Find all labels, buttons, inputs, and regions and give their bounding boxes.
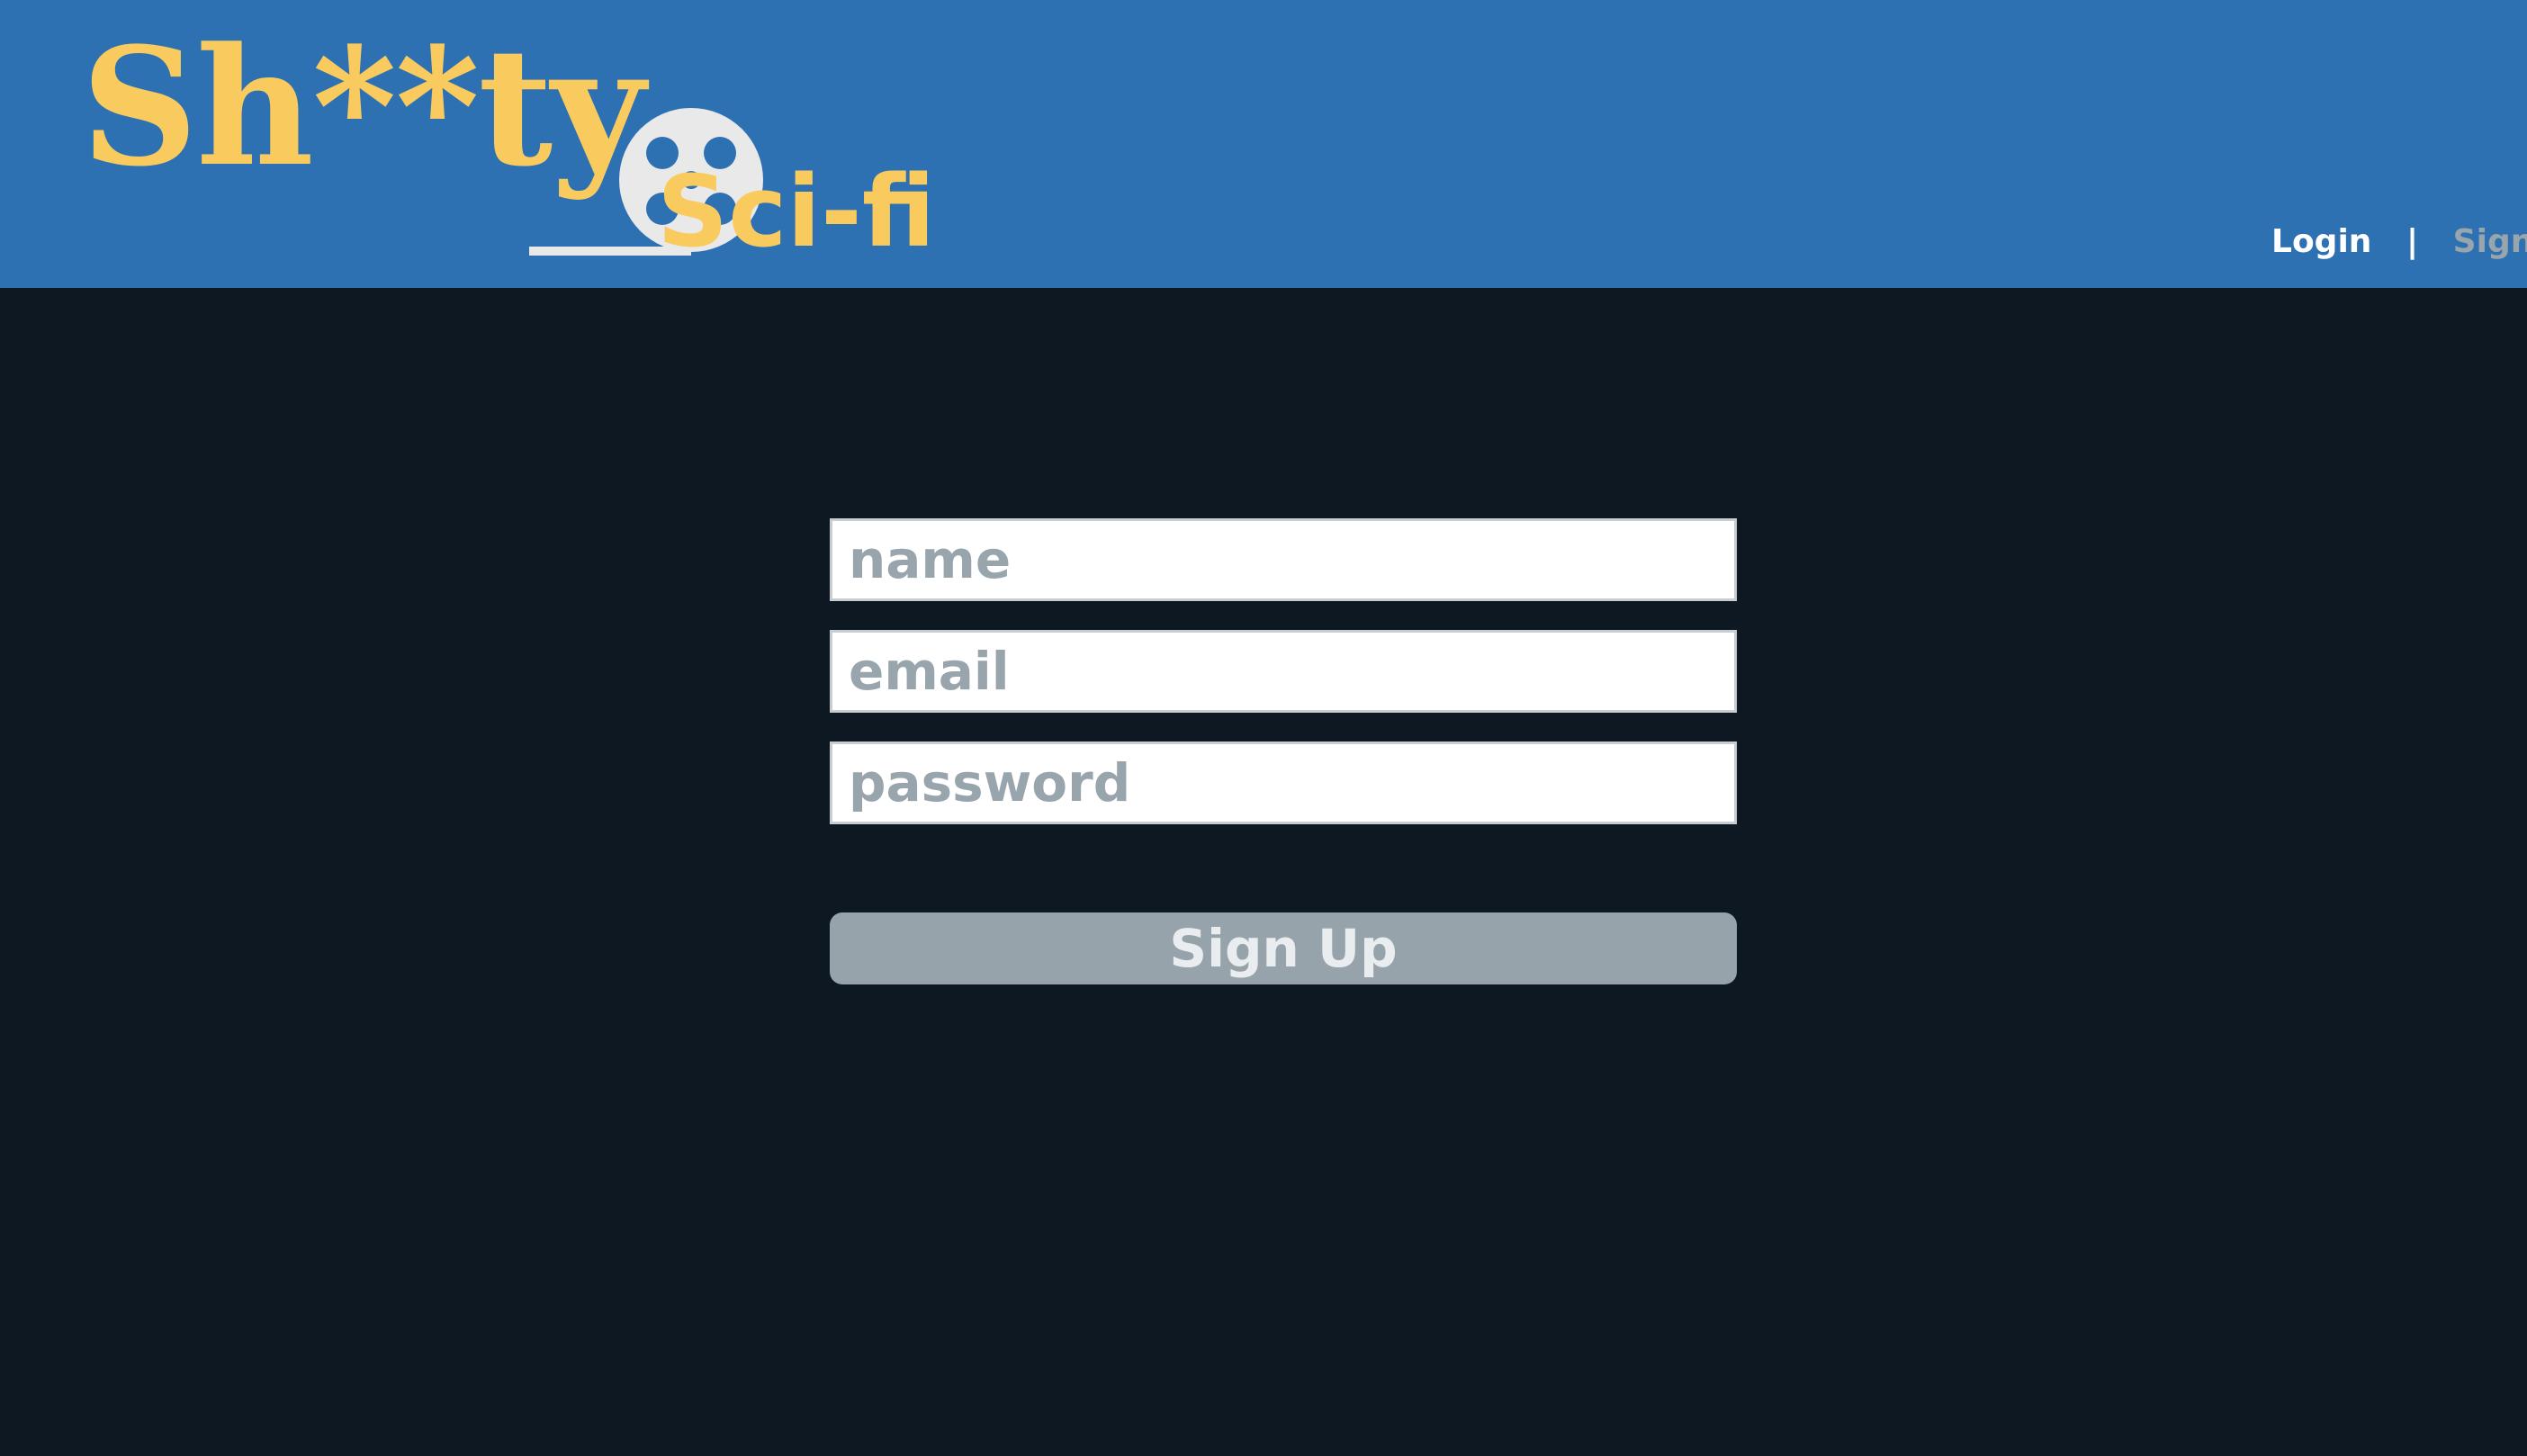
signup-form: Sign Up bbox=[830, 518, 1737, 984]
login-link[interactable]: Login bbox=[2271, 223, 2371, 260]
logo-title-bottom: Sci-fi bbox=[657, 154, 936, 269]
site-logo[interactable]: Sh**ty Sci-fi bbox=[81, 27, 935, 262]
signup-link[interactable]: Sign Up bbox=[2453, 223, 2527, 260]
name-field[interactable] bbox=[830, 518, 1737, 601]
site-header: Sh**ty Sci-fi Login | Sign Up bbox=[0, 0, 2527, 288]
email-field[interactable] bbox=[830, 630, 1737, 713]
nav-separator: | bbox=[2406, 223, 2419, 260]
header-nav: Login | Sign Up bbox=[2271, 220, 2527, 265]
signup-button[interactable]: Sign Up bbox=[830, 912, 1737, 984]
password-field[interactable] bbox=[830, 741, 1737, 824]
